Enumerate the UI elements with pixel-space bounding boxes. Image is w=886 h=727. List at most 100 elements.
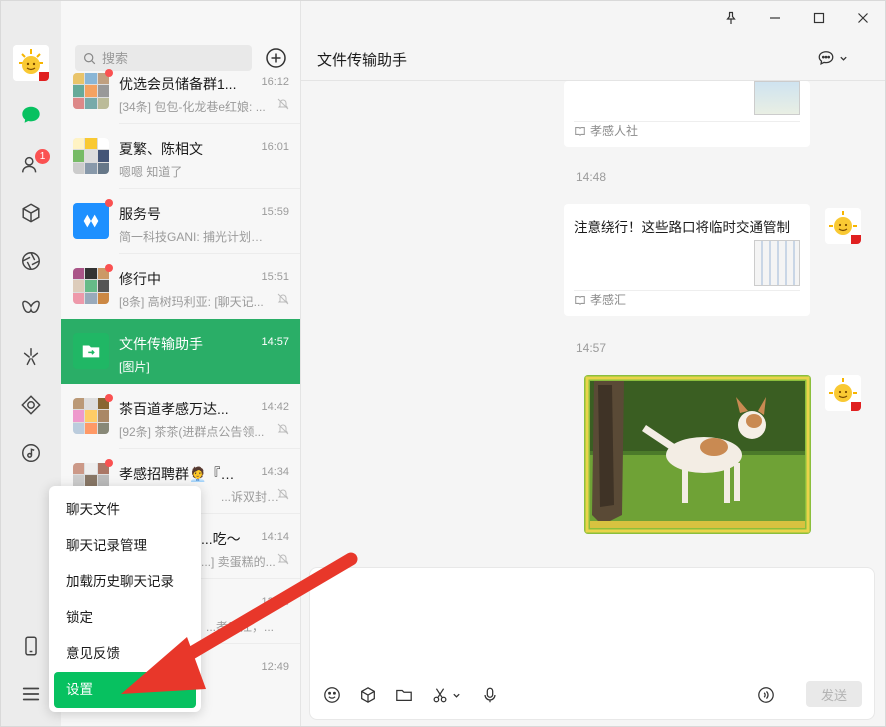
chat-title: 文件传输助手	[317, 52, 408, 69]
box-icon[interactable]	[358, 685, 378, 705]
conversation-item[interactable]: 服务号 15:59 简一科技GANI: 捕光计划第二...	[61, 189, 300, 254]
conversation-item[interactable]: 优选会员储备群1... 16:12 [34条] 包包-化龙巷e红娘: ...	[61, 59, 300, 124]
conversation-item[interactable]: 茶百道孝感万达... 14:42 [92条] 茶茶(进群点公告领...	[61, 384, 300, 449]
contacts-badge: 1	[35, 149, 50, 164]
settings-popup-menu: 聊天文件 聊天记录管理 加载历史聊天记录 锁定 意见反馈 设置	[49, 486, 201, 712]
group-avatar	[73, 138, 109, 174]
folder-icon[interactable]	[394, 685, 414, 705]
source-name: 孝感汇	[590, 293, 627, 307]
emoji-icon[interactable]	[322, 685, 342, 705]
box-icon[interactable]	[19, 201, 43, 225]
service-account-avatar	[73, 203, 109, 239]
avatar[interactable]	[13, 45, 49, 81]
conversation-name: 文件传输助手	[119, 336, 203, 352]
maximize-icon[interactable]	[797, 1, 841, 35]
phone-icon[interactable]	[19, 634, 43, 658]
article-thumbnail	[754, 81, 800, 115]
mute-icon	[277, 293, 289, 305]
file-transfer-avatar	[73, 333, 109, 369]
conversation-time: 16:01	[261, 141, 289, 153]
time-label: 14:48	[576, 170, 607, 184]
menu-item-load-history[interactable]: 加载历史聊天记录	[54, 564, 196, 600]
conversation-time: 15:59	[261, 206, 289, 218]
book-icon	[575, 126, 585, 136]
conversation-name: 修行中	[119, 271, 161, 287]
menu-item-settings[interactable]: 设置	[54, 672, 196, 708]
mute-icon	[277, 98, 289, 110]
pin-icon[interactable]	[709, 1, 753, 35]
conversation-name: 优选会员储备群1...	[119, 76, 237, 92]
conversation-preview: ...诉双封）: ...	[221, 490, 281, 504]
wechat-window: 1 搜索 优选会员储备群1... 16:12 [34条] 包包-化龙巷e红娘: …	[0, 0, 886, 727]
composer-toolbar	[310, 679, 874, 709]
conversation-time: 14:34	[261, 466, 289, 478]
conversation-time: 13:44	[261, 596, 289, 608]
chat-panel: 文件传输助手 孝感人社 14:48 注意绕行！这些路口将临时交通管制 孝感汇 1…	[301, 1, 885, 726]
article-card[interactable]: 孝感人社	[564, 81, 810, 147]
unread-dot	[105, 69, 113, 77]
diamond-icon[interactable]	[19, 393, 43, 417]
mute-icon	[277, 553, 289, 565]
conversation-time: 14:14	[261, 531, 289, 543]
conversation-preview: ...] 卖蛋糕的...	[201, 555, 276, 569]
butterfly-icon[interactable]	[19, 297, 43, 321]
self-avatar[interactable]	[825, 375, 861, 411]
send-button[interactable]: 发送	[806, 681, 862, 707]
article-title: 注意绕行！这些路口将临时交通管制	[574, 220, 790, 235]
conversation-time: 12:49	[261, 661, 289, 673]
menu-item-chat-history-manage[interactable]: 聊天记录管理	[54, 528, 196, 564]
self-avatar[interactable]	[825, 208, 861, 244]
group-avatar	[73, 398, 109, 434]
voice-input-icon[interactable]	[756, 685, 776, 705]
image-message[interactable]	[584, 375, 811, 534]
unread-dot	[105, 459, 113, 467]
message-composer[interactable]: 发送	[309, 567, 875, 720]
menu-item-feedback[interactable]: 意见反馈	[54, 636, 196, 672]
conversation-item[interactable]: 夏繁、陈相文 16:01 嗯嗯 知道了	[61, 124, 300, 189]
window-controls	[709, 1, 885, 35]
conversation-time: 14:57	[261, 336, 289, 348]
menu-icon[interactable]	[19, 682, 43, 706]
conversation-preview: [8条] 高树玛利亚: [聊天记...	[119, 295, 264, 309]
menu-item-chat-files[interactable]: 聊天文件	[54, 492, 196, 528]
more-button[interactable]	[817, 48, 857, 68]
chevron-down-icon	[840, 56, 847, 61]
mute-icon	[277, 488, 289, 500]
group-avatar	[73, 73, 109, 109]
group-avatar	[73, 268, 109, 304]
conversation-name: 孝感招聘群🧑‍💼『掌...	[119, 466, 241, 482]
menu-item-lock[interactable]: 锁定	[54, 600, 196, 636]
conversation-time: 15:51	[261, 271, 289, 283]
close-icon[interactable]	[841, 1, 885, 35]
conversation-preview: [92条] 茶茶(进群点公告领...	[119, 425, 265, 439]
article-source: 孝感汇	[574, 291, 626, 308]
article-card[interactable]: 注意绕行！这些路口将临时交通管制 孝感汇	[564, 204, 810, 316]
conversation-name: ...吃～	[201, 531, 241, 547]
chevron-down-icon[interactable]	[450, 685, 462, 705]
article-source: 孝感人社	[574, 122, 638, 139]
scissors-icon[interactable]	[430, 685, 450, 705]
conversation-item-active[interactable]: 文件传输助手 14:57 [图片]	[61, 319, 300, 384]
source-name: 孝感人社	[590, 124, 639, 138]
conversation-preview: [图片]	[119, 360, 150, 374]
mic-icon[interactable]	[480, 685, 500, 705]
book-icon	[575, 295, 585, 305]
unread-dot	[105, 199, 113, 207]
time-label: 14:57	[576, 341, 607, 355]
music-icon[interactable]	[19, 441, 43, 465]
conversation-preview: [34条] 包包-化龙巷e红娘: ...	[119, 100, 266, 114]
minimize-icon[interactable]	[753, 1, 797, 35]
unread-dot	[105, 264, 113, 272]
unread-dot	[105, 394, 113, 402]
conversation-item[interactable]: 修行中 15:51 [8条] 高树玛利亚: [聊天记...	[61, 254, 300, 319]
conversation-preview: 简一科技GANI: 捕光计划第二...	[119, 230, 269, 244]
chat-icon[interactable]	[19, 103, 43, 127]
conversation-name: 茶百道孝感万达...	[119, 401, 229, 417]
sparkle-icon[interactable]	[19, 345, 43, 369]
conversation-time: 16:12	[261, 76, 289, 88]
aperture-icon[interactable]	[19, 249, 43, 273]
conversation-preview: 嗯嗯 知道了	[119, 165, 183, 179]
chat-header: 文件传输助手	[301, 35, 885, 81]
conversation-preview: ...孝感江，...	[206, 620, 275, 634]
conversation-name: 服务号	[119, 206, 161, 222]
